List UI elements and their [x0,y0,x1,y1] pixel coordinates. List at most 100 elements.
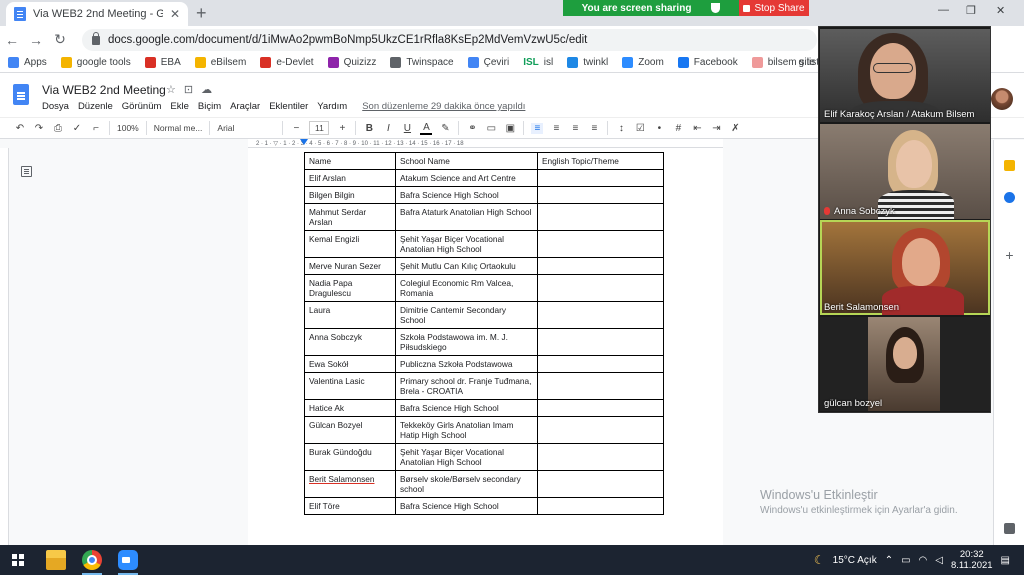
align-center-icon[interactable]: ≡ [550,123,562,134]
user-avatar[interactable] [991,88,1013,110]
undo-icon[interactable]: ↶ [14,123,26,134]
underline-button[interactable]: U [401,123,413,134]
cell-name[interactable]: Mahmut Serdar Arslan [304,203,396,231]
document-page[interactable]: Name School Name English Topic/Theme Eli… [248,148,723,545]
cell-name[interactable]: Burak Gündoğdu [304,443,396,471]
windows-start-icon[interactable] [12,554,24,566]
highlight-icon[interactable]: ✎ [439,123,451,134]
url-input[interactable]: docs.google.com/document/d/1iMwAo2pwmBoN… [82,29,817,51]
checklist-icon[interactable]: ☑ [634,123,646,134]
chrome-icon[interactable] [82,550,102,570]
print-icon[interactable]: ⎙ [52,123,64,134]
bookmark-zoom[interactable]: Zoom [622,57,664,68]
cell-name[interactable]: Merve Nuran Sezer [304,257,396,275]
cell-name[interactable]: Valentina Lasic [304,372,396,400]
keep-icon[interactable] [1004,160,1015,171]
cloud-status-icon[interactable]: ☁ [201,83,212,96]
cell-name[interactable]: Anna Sobczyk [304,328,396,356]
stop-share-button[interactable]: Stop Share [739,0,809,16]
document-title[interactable]: Via WEB2 2nd Meeting [42,83,166,97]
cell-topic[interactable] [537,443,664,471]
paint-format-icon[interactable]: ⌐ [90,123,102,134]
image-icon[interactable]: ▣ [504,123,516,134]
zoom-app-icon[interactable] [118,550,138,570]
bulleted-list-icon[interactable]: • [653,123,665,134]
decrease-indent-icon[interactable]: ⇤ [691,123,703,134]
align-right-icon[interactable]: ≡ [569,123,581,134]
spellcheck-icon[interactable]: ✓ [71,123,83,134]
cell-school[interactable]: Børselv skole/Børselv secondary school [395,470,538,498]
line-spacing-icon[interactable]: ↕ [615,123,627,134]
video-tile[interactable]: Elif Karakoç Arslan / Atakum Bilsem [820,29,990,122]
align-left-icon[interactable]: ≡ [531,122,544,134]
cell-school[interactable]: Szkoła Podstawowa im. M. J. Piłsudskiego [395,328,538,356]
style-select[interactable]: Normal me... [154,123,203,133]
menu-addons[interactable]: Eklentiler [269,101,308,112]
bookmark-e-devlet[interactable]: e-Devlet [260,57,314,68]
cell-topic[interactable] [537,230,664,258]
new-tab-button[interactable]: + [196,3,207,24]
bookmark-ebilsem[interactable]: eBilsem [194,57,246,68]
notification-icon[interactable]: ▤ [1001,555,1010,566]
bold-button[interactable]: B [363,123,375,134]
font-size-input[interactable]: 11 [309,121,330,135]
cell-topic[interactable] [537,257,664,275]
bookmark-facebook[interactable]: Facebook [677,57,738,68]
cell-topic[interactable] [537,372,664,400]
menu-file[interactable]: Dosya [42,101,69,112]
comment-icon[interactable]: ▭ [485,123,497,134]
cell-name[interactable]: Elif Töre [304,497,396,515]
volume-icon[interactable]: ◁ [935,555,943,566]
file-explorer-icon[interactable] [46,550,66,570]
close-icon[interactable]: ✕ [170,7,180,21]
bookmark-twinspace[interactable]: Twinspace [390,57,454,68]
video-tile[interactable]: Anna Sobczyk [820,124,990,219]
cell-topic[interactable] [537,203,664,231]
align-justify-icon[interactable]: ≡ [588,123,600,134]
menu-edit[interactable]: Düzenle [78,101,113,112]
header-school[interactable]: School Name [395,152,538,170]
bookmark-eba[interactable]: EBA [144,57,181,68]
numbered-list-icon[interactable]: # [672,123,684,134]
menu-tools[interactable]: Araçlar [230,101,260,112]
header-name[interactable]: Name [304,152,396,170]
video-tile[interactable]: gülcan bozyel [820,317,990,411]
italic-button[interactable]: I [382,123,394,134]
cell-name[interactable]: Berit Salamonsen [304,470,396,498]
menu-help[interactable]: Yardım [317,101,347,112]
weather-label[interactable]: 15°C Açık [833,555,877,566]
cell-topic[interactable] [537,186,664,204]
cell-school[interactable]: Publiczna Szkoła Podstawowa [395,355,538,373]
cell-name[interactable]: Laura [304,301,396,329]
cell-name[interactable]: Bilgen Bilgin [304,186,396,204]
cell-school[interactable]: Bafra Science High School [395,186,538,204]
cell-topic[interactable] [537,399,664,417]
chevron-up-icon[interactable]: ⌃ [885,555,893,566]
menu-insert[interactable]: Ekle [170,101,188,112]
clear-formatting-icon[interactable]: ✗ [729,123,741,134]
star-icon[interactable]: ☆ [166,83,176,96]
battery-icon[interactable]: ▭ [901,555,910,566]
cell-school[interactable]: Bafra Ataturk Anatolian High School [395,203,538,231]
cell-topic[interactable] [537,497,664,515]
cell-school[interactable]: Bafra Science High School [395,399,538,417]
minimize-button[interactable]: — [938,4,949,16]
zoom-select[interactable]: 100% [117,123,139,133]
clock[interactable]: 20:32 8.11.2021 [951,549,993,571]
explore-icon[interactable] [1004,523,1015,534]
indent-marker[interactable] [300,139,308,145]
cell-name[interactable]: Nadia Papa Dragulescu [304,274,396,302]
document-outline-icon[interactable] [21,166,32,177]
font-select[interactable]: Arial [217,123,275,133]
redo-icon[interactable]: ↷ [33,123,45,134]
cell-topic[interactable] [537,470,664,498]
cell-topic[interactable] [537,355,664,373]
add-ons-icon[interactable]: + [1004,248,1015,262]
decrease-font-size-button[interactable]: − [290,123,302,134]
cell-topic[interactable] [537,301,664,329]
increase-font-size-button[interactable]: + [336,123,348,134]
menu-view[interactable]: Görünüm [122,101,162,112]
cell-school[interactable]: Colegiul Economic Rm Valcea, Romania [395,274,538,302]
link-icon[interactable]: ⚭ [466,123,478,134]
cell-topic[interactable] [537,416,664,444]
